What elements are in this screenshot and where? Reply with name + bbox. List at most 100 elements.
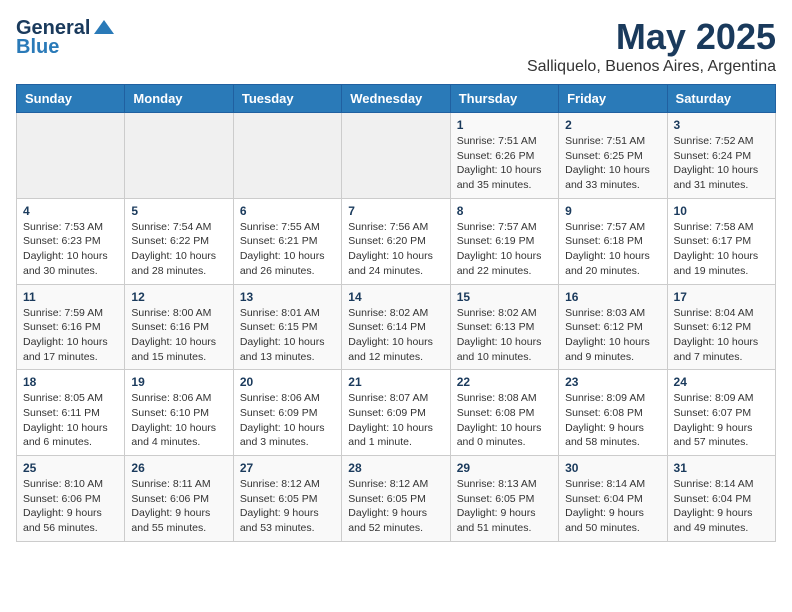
- calendar-cell: 26 Sunrise: 8:11 AM Sunset: 6:06 PM Dayli…: [125, 456, 233, 542]
- day-number: 9: [565, 204, 660, 218]
- calendar-header-row: SundayMondayTuesdayWednesdayThursdayFrid…: [17, 85, 776, 113]
- day-number: 19: [131, 375, 226, 389]
- calendar-cell: 5 Sunrise: 7:54 AM Sunset: 6:22 PM Daylig…: [125, 198, 233, 284]
- day-number: 10: [674, 204, 769, 218]
- day-info: Sunrise: 8:07 AM Sunset: 6:09 PM Dayligh…: [348, 391, 443, 450]
- calendar-cell: 24 Sunrise: 8:09 AM Sunset: 6:07 PM Dayli…: [667, 370, 775, 456]
- day-info: Sunrise: 8:08 AM Sunset: 6:08 PM Dayligh…: [457, 391, 552, 450]
- weekday-header: Tuesday: [233, 85, 341, 113]
- month-title: May 2025: [527, 16, 776, 58]
- day-number: 24: [674, 375, 769, 389]
- day-info: Sunrise: 8:06 AM Sunset: 6:10 PM Dayligh…: [131, 391, 226, 450]
- calendar-week-row: 11Sunrise: 7:59 AM Sunset: 6:16 PM Dayli…: [17, 284, 776, 370]
- day-number: 14: [348, 290, 443, 304]
- day-info: Sunrise: 8:06 AM Sunset: 6:09 PM Dayligh…: [240, 391, 335, 450]
- day-info: Sunrise: 8:09 AM Sunset: 6:08 PM Dayligh…: [565, 391, 660, 450]
- calendar-cell: 3Sunrise: 7:52 AM Sunset: 6:24 PM Daylig…: [667, 113, 775, 199]
- weekday-header: Saturday: [667, 85, 775, 113]
- day-info: Sunrise: 7:53 AM Sunset: 6:23 PM Dayligh…: [23, 220, 118, 279]
- calendar-cell: 7 Sunrise: 7:56 AM Sunset: 6:20 PM Daylig…: [342, 198, 450, 284]
- calendar-cell: 16 Sunrise: 8:03 AM Sunset: 6:12 PM Dayli…: [559, 284, 667, 370]
- day-number: 25: [23, 461, 118, 475]
- day-info: Sunrise: 7:54 AM Sunset: 6:22 PM Dayligh…: [131, 220, 226, 279]
- day-number: 6: [240, 204, 335, 218]
- calendar-week-row: 18 Sunrise: 8:05 AM Sunset: 6:11 PM Dayli…: [17, 370, 776, 456]
- calendar-cell: 15 Sunrise: 8:02 AM Sunset: 6:13 PM Dayli…: [450, 284, 558, 370]
- calendar-cell: 18 Sunrise: 8:05 AM Sunset: 6:11 PM Dayli…: [17, 370, 125, 456]
- day-number: 21: [348, 375, 443, 389]
- day-info: Sunrise: 7:51 AM Sunset: 6:25 PM Dayligh…: [565, 134, 660, 193]
- calendar-cell: 13 Sunrise: 8:01 AM Sunset: 6:15 PM Dayli…: [233, 284, 341, 370]
- calendar-cell: 28 Sunrise: 8:12 AM Sunset: 6:05 PM Dayli…: [342, 456, 450, 542]
- day-info: Sunrise: 8:14 AM Sunset: 6:04 PM Dayligh…: [565, 477, 660, 536]
- calendar-cell: [342, 113, 450, 199]
- page-header: General Blue May 2025 Salliquelo, Buenos…: [16, 16, 776, 76]
- calendar-cell: 6 Sunrise: 7:55 AM Sunset: 6:21 PM Daylig…: [233, 198, 341, 284]
- logo: General Blue: [16, 16, 116, 59]
- day-number: 27: [240, 461, 335, 475]
- calendar-cell: 14 Sunrise: 8:02 AM Sunset: 6:14 PM Dayli…: [342, 284, 450, 370]
- calendar-cell: 9 Sunrise: 7:57 AM Sunset: 6:18 PM Daylig…: [559, 198, 667, 284]
- day-number: 23: [565, 375, 660, 389]
- day-number: 13: [240, 290, 335, 304]
- day-info: Sunrise: 8:12 AM Sunset: 6:05 PM Dayligh…: [240, 477, 335, 536]
- day-number: 18: [23, 375, 118, 389]
- day-number: 16: [565, 290, 660, 304]
- calendar-cell: 8Sunrise: 7:57 AM Sunset: 6:19 PM Daylig…: [450, 198, 558, 284]
- calendar-week-row: 1Sunrise: 7:51 AM Sunset: 6:26 PM Daylig…: [17, 113, 776, 199]
- day-info: Sunrise: 7:51 AM Sunset: 6:26 PM Dayligh…: [457, 134, 552, 193]
- calendar-cell: 21 Sunrise: 8:07 AM Sunset: 6:09 PM Dayli…: [342, 370, 450, 456]
- day-info: Sunrise: 7:57 AM Sunset: 6:19 PM Dayligh…: [457, 220, 552, 279]
- day-number: 7: [348, 204, 443, 218]
- day-info: Sunrise: 8:00 AM Sunset: 6:16 PM Dayligh…: [131, 306, 226, 365]
- calendar-cell: 31 Sunrise: 8:14 AM Sunset: 6:04 PM Dayli…: [667, 456, 775, 542]
- calendar-cell: 4 Sunrise: 7:53 AM Sunset: 6:23 PM Daylig…: [17, 198, 125, 284]
- weekday-header: Wednesday: [342, 85, 450, 113]
- calendar-cell: 1Sunrise: 7:51 AM Sunset: 6:26 PM Daylig…: [450, 113, 558, 199]
- calendar-cell: 10 Sunrise: 7:58 AM Sunset: 6:17 PM Dayli…: [667, 198, 775, 284]
- day-info: Sunrise: 7:58 AM Sunset: 6:17 PM Dayligh…: [674, 220, 769, 279]
- day-number: 5: [131, 204, 226, 218]
- calendar-cell: 2Sunrise: 7:51 AM Sunset: 6:25 PM Daylig…: [559, 113, 667, 199]
- calendar-cell: 17Sunrise: 8:04 AM Sunset: 6:12 PM Dayli…: [667, 284, 775, 370]
- day-info: Sunrise: 8:02 AM Sunset: 6:13 PM Dayligh…: [457, 306, 552, 365]
- day-info: Sunrise: 8:09 AM Sunset: 6:07 PM Dayligh…: [674, 391, 769, 450]
- day-number: 4: [23, 204, 118, 218]
- day-number: 30: [565, 461, 660, 475]
- calendar-cell: 22Sunrise: 8:08 AM Sunset: 6:08 PM Dayli…: [450, 370, 558, 456]
- day-number: 31: [674, 461, 769, 475]
- day-number: 15: [457, 290, 552, 304]
- calendar-cell: [17, 113, 125, 199]
- day-number: 29: [457, 461, 552, 475]
- calendar-cell: 30 Sunrise: 8:14 AM Sunset: 6:04 PM Dayli…: [559, 456, 667, 542]
- day-info: Sunrise: 8:13 AM Sunset: 6:05 PM Dayligh…: [457, 477, 552, 536]
- calendar-cell: 25 Sunrise: 8:10 AM Sunset: 6:06 PM Dayli…: [17, 456, 125, 542]
- day-info: Sunrise: 8:10 AM Sunset: 6:06 PM Dayligh…: [23, 477, 118, 536]
- day-info: Sunrise: 7:52 AM Sunset: 6:24 PM Dayligh…: [674, 134, 769, 193]
- day-number: 28: [348, 461, 443, 475]
- day-info: Sunrise: 7:55 AM Sunset: 6:21 PM Dayligh…: [240, 220, 335, 279]
- day-info: Sunrise: 8:02 AM Sunset: 6:14 PM Dayligh…: [348, 306, 443, 365]
- calendar-cell: 12 Sunrise: 8:00 AM Sunset: 6:16 PM Dayli…: [125, 284, 233, 370]
- day-info: Sunrise: 8:11 AM Sunset: 6:06 PM Dayligh…: [131, 477, 226, 536]
- calendar-table: SundayMondayTuesdayWednesdayThursdayFrid…: [16, 84, 776, 542]
- day-info: Sunrise: 8:04 AM Sunset: 6:12 PM Dayligh…: [674, 306, 769, 365]
- day-info: Sunrise: 8:12 AM Sunset: 6:05 PM Dayligh…: [348, 477, 443, 536]
- day-number: 26: [131, 461, 226, 475]
- day-info: Sunrise: 8:05 AM Sunset: 6:11 PM Dayligh…: [23, 391, 118, 450]
- weekday-header: Thursday: [450, 85, 558, 113]
- day-info: Sunrise: 8:03 AM Sunset: 6:12 PM Dayligh…: [565, 306, 660, 365]
- day-info: Sunrise: 7:57 AM Sunset: 6:18 PM Dayligh…: [565, 220, 660, 279]
- day-number: 12: [131, 290, 226, 304]
- calendar-cell: 20 Sunrise: 8:06 AM Sunset: 6:09 PM Dayli…: [233, 370, 341, 456]
- day-info: Sunrise: 7:59 AM Sunset: 6:16 PM Dayligh…: [23, 306, 118, 365]
- calendar-cell: 19 Sunrise: 8:06 AM Sunset: 6:10 PM Dayli…: [125, 370, 233, 456]
- calendar-cell: 29 Sunrise: 8:13 AM Sunset: 6:05 PM Dayli…: [450, 456, 558, 542]
- logo-icon: [92, 16, 116, 40]
- calendar-week-row: 4 Sunrise: 7:53 AM Sunset: 6:23 PM Daylig…: [17, 198, 776, 284]
- title-block: May 2025 Salliquelo, Buenos Aires, Argen…: [527, 16, 776, 76]
- day-info: Sunrise: 8:01 AM Sunset: 6:15 PM Dayligh…: [240, 306, 335, 365]
- day-info: Sunrise: 7:56 AM Sunset: 6:20 PM Dayligh…: [348, 220, 443, 279]
- day-number: 20: [240, 375, 335, 389]
- day-info: Sunrise: 8:14 AM Sunset: 6:04 PM Dayligh…: [674, 477, 769, 536]
